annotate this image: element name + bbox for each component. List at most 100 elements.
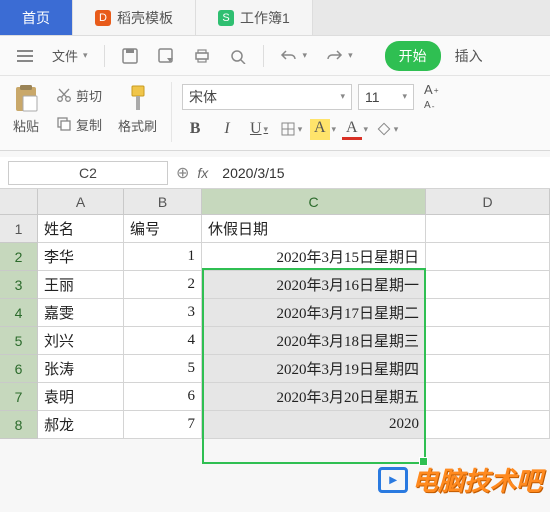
grid-row: 2 李华 1 2020年3月15日星期日 <box>0 243 550 271</box>
tab-templates[interactable]: D 稻壳模板 <box>73 0 196 35</box>
cell[interactable] <box>426 299 550 327</box>
cell[interactable]: 刘兴 <box>38 327 124 355</box>
cell[interactable]: 2020年3月15日星期日 <box>202 243 426 271</box>
more-font-button[interactable]: ▾ <box>374 116 400 142</box>
cell[interactable]: 张涛 <box>38 355 124 383</box>
grid-row: 8 郝龙 7 2020 <box>0 411 550 439</box>
underline-button[interactable]: U▾ <box>246 116 272 142</box>
start-tab[interactable]: 开始 <box>385 41 441 71</box>
font-group: 宋体▾ 11▾ A+ A- B I U▾ ▾ A▾ A▾ ▾ <box>182 82 456 142</box>
row-header[interactable]: 4 <box>0 299 38 327</box>
cell[interactable] <box>426 215 550 243</box>
fx-button[interactable]: fx <box>197 165 208 181</box>
cell[interactable]: 2020年3月20日星期五 <box>202 383 426 411</box>
row-header[interactable]: 6 <box>0 355 38 383</box>
chevron-down-icon: ▾ <box>332 124 337 135</box>
tab-home[interactable]: 首页 <box>0 0 73 35</box>
select-all-corner[interactable] <box>0 189 38 215</box>
zoom-icon[interactable]: ⊕ <box>176 163 189 183</box>
copy-button[interactable]: 复制 <box>50 113 108 136</box>
cell[interactable] <box>426 411 550 439</box>
undo-button[interactable]: ▾ <box>274 44 314 68</box>
cell[interactable]: 2020 <box>202 411 426 439</box>
cell[interactable] <box>426 327 550 355</box>
row-header[interactable]: 1 <box>0 215 38 243</box>
decrease-font-button[interactable]: A- <box>424 100 446 111</box>
cell[interactable] <box>426 271 550 299</box>
border-button[interactable]: ▾ <box>278 116 304 142</box>
ribbon: 粘贴 剪切 复制 格式刷 宋体▾ <box>0 76 550 151</box>
col-header-D[interactable]: D <box>426 189 550 215</box>
row-header[interactable]: 5 <box>0 327 38 355</box>
formula-bar: C2 ⊕ fx 2020/3/15 <box>0 157 550 189</box>
cell[interactable]: 5 <box>124 355 202 383</box>
tab-label: 工作簿1 <box>240 8 290 28</box>
cell[interactable]: 2 <box>124 271 202 299</box>
cell[interactable]: 1 <box>124 243 202 271</box>
cell[interactable]: 7 <box>124 411 202 439</box>
start-label: 开始 <box>399 48 427 64</box>
row-header[interactable]: 7 <box>0 383 38 411</box>
font-color-button[interactable]: A▾ <box>342 116 368 142</box>
redo-button[interactable]: ▾ <box>319 44 359 68</box>
paste-button[interactable]: 粘贴 <box>8 82 44 137</box>
file-menu[interactable]: 文件▾ <box>46 42 94 69</box>
cell[interactable]: 王丽 <box>38 271 124 299</box>
cell[interactable]: 姓名 <box>38 215 124 243</box>
cell[interactable]: 6 <box>124 383 202 411</box>
format-painter-button[interactable]: 格式刷 <box>114 82 161 137</box>
cell[interactable]: 编号 <box>124 215 202 243</box>
cell[interactable]: 2020年3月16日星期一 <box>202 271 426 299</box>
cell[interactable]: 休假日期 <box>202 215 426 243</box>
cell[interactable] <box>426 383 550 411</box>
app-menu-icon[interactable] <box>10 44 40 68</box>
name-box[interactable]: C2 <box>8 161 168 185</box>
cell[interactable]: 4 <box>124 327 202 355</box>
col-header-C[interactable]: C <box>202 189 426 215</box>
formula-input[interactable]: 2020/3/15 <box>216 165 542 181</box>
bold-button[interactable]: B <box>182 116 208 142</box>
scissors-icon <box>56 87 72 103</box>
cell[interactable]: 袁明 <box>38 383 124 411</box>
row-header[interactable]: 8 <box>0 411 38 439</box>
italic-button[interactable]: I <box>214 116 240 142</box>
tab-label: 首页 <box>22 8 50 28</box>
cell[interactable]: 嘉雯 <box>38 299 124 327</box>
save-button[interactable] <box>115 44 145 68</box>
col-header-B[interactable]: B <box>124 189 202 215</box>
print-preview-button[interactable] <box>223 44 253 68</box>
tab-workbook[interactable]: S 工作簿1 <box>196 0 313 35</box>
save-as-button[interactable] <box>151 44 181 68</box>
copy-icon <box>56 116 72 132</box>
row-header[interactable]: 2 <box>0 243 38 271</box>
increase-font-button[interactable]: A+ <box>424 82 446 97</box>
cell[interactable]: 3 <box>124 299 202 327</box>
chevron-down-icon: ▾ <box>83 50 88 61</box>
cell[interactable]: 2020年3月19日星期四 <box>202 355 426 383</box>
format-painter-label: 格式刷 <box>118 116 157 135</box>
dao-icon: D <box>95 10 111 26</box>
diamond-icon <box>376 121 392 137</box>
grid-row: 7 袁明 6 2020年3月20日星期五 <box>0 383 550 411</box>
row-header[interactable]: 3 <box>0 271 38 299</box>
col-header-A[interactable]: A <box>38 189 124 215</box>
cell[interactable] <box>426 243 550 271</box>
font-name-select[interactable]: 宋体▾ <box>182 84 352 110</box>
brush-icon <box>124 84 152 114</box>
fill-color-button[interactable]: A▾ <box>310 116 336 142</box>
font-size-select[interactable]: 11▾ <box>358 84 414 110</box>
insert-tab[interactable]: 插入 <box>447 42 491 70</box>
cell[interactable]: 2020年3月17日星期二 <box>202 299 426 327</box>
hamburger-icon <box>16 48 34 64</box>
grid-row: 5 刘兴 4 2020年3月18日星期三 <box>0 327 550 355</box>
separator <box>104 45 105 67</box>
cell[interactable] <box>426 355 550 383</box>
cell[interactable]: 2020年3月18日星期三 <box>202 327 426 355</box>
preview-icon <box>229 48 247 64</box>
chevron-down-icon: ▾ <box>348 50 353 61</box>
cell[interactable]: 郝龙 <box>38 411 124 439</box>
print-button[interactable] <box>187 44 217 68</box>
cut-button[interactable]: 剪切 <box>50 84 108 107</box>
sheet-icon: S <box>218 10 234 26</box>
cell[interactable]: 李华 <box>38 243 124 271</box>
